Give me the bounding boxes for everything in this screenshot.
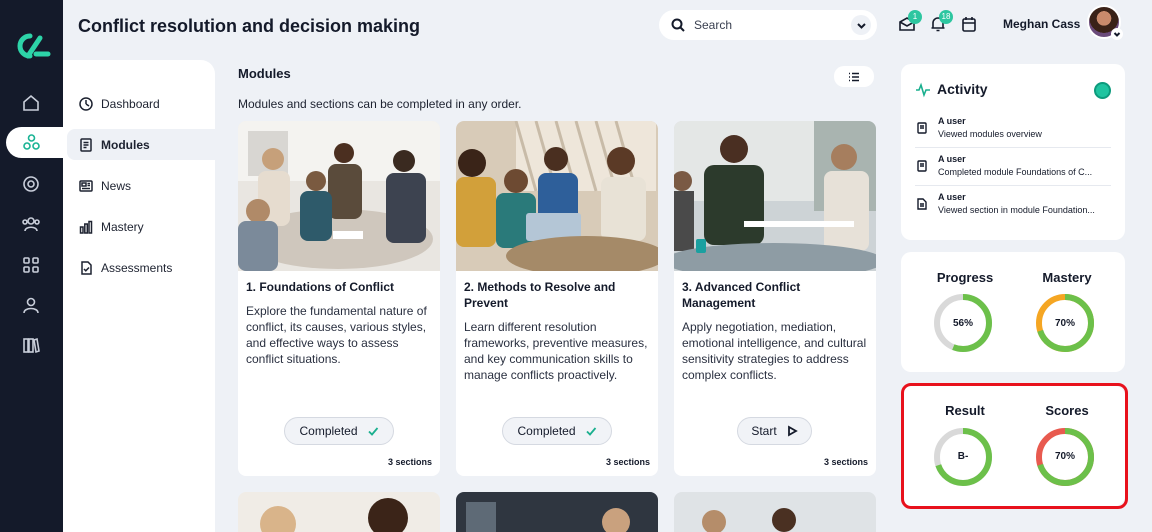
play-icon: [787, 425, 798, 437]
button-label: Completed: [299, 424, 358, 438]
mastery-label: Mastery: [1042, 270, 1092, 285]
list-icon: [849, 72, 859, 81]
document-icon: [917, 122, 927, 134]
home-icon[interactable]: [18, 90, 44, 116]
app-logo-icon[interactable]: [10, 30, 52, 62]
activity-user: A user: [938, 116, 966, 126]
page-title: Conflict resolution and decision making: [78, 16, 421, 36]
search-input[interactable]: [694, 18, 834, 32]
module-card[interactable]: 1. Foundations of Conflict Explore the f…: [238, 121, 440, 476]
module-image: [456, 492, 658, 532]
button-label: Completed: [517, 424, 576, 438]
highlight-box: [901, 383, 1128, 509]
module-description: Learn different resolution frameworks, p…: [464, 320, 648, 382]
search-dropdown-button[interactable]: [851, 15, 871, 35]
app-rail: [0, 0, 68, 532]
module-image: [238, 121, 440, 271]
activity-text: Completed module Foundations of C...: [938, 167, 1093, 177]
nav-item-mastery[interactable]: Mastery: [67, 211, 215, 242]
start-button[interactable]: Start: [737, 417, 812, 445]
list-view-button[interactable]: [834, 66, 874, 87]
module-description: Apply negotiation, mediation, emotional …: [682, 320, 867, 382]
library-icon[interactable]: [18, 332, 44, 358]
progress-value: 56%: [952, 318, 973, 329]
grid-icon[interactable]: [18, 252, 44, 278]
nav-item-label: Modules: [101, 137, 150, 152]
user-name: Meghan Cass: [1003, 17, 1081, 31]
notifications-button[interactable]: 18: [930, 10, 953, 32]
module-description: Explore the fundamental nature of confli…: [246, 304, 427, 366]
messages-badge: 1: [908, 10, 922, 24]
nav-item-assessments[interactable]: Assessments: [67, 252, 215, 283]
activity-text: Viewed modules overview: [938, 129, 1042, 139]
nav-item-label: Dashboard: [101, 96, 160, 111]
mastery-value: 70%: [1054, 318, 1075, 329]
module-card[interactable]: 3. Advanced Conflict Management Apply ne…: [674, 121, 876, 476]
modules-icon: [80, 137, 92, 152]
calendar-icon: [962, 17, 976, 32]
secondary-nav: Dashboard Modules News Mastery Assessmen…: [63, 60, 215, 532]
modules-rail-button[interactable]: [6, 127, 68, 158]
file-icon: [917, 198, 927, 210]
messages-button[interactable]: 1: [899, 10, 922, 32]
activity-entry[interactable]: A user Viewed section in module Foundati…: [915, 190, 1111, 228]
module-title: 2. Methods to Resolve and Prevent: [464, 280, 616, 310]
modules-heading: Modules: [238, 66, 291, 81]
module-image: [238, 492, 440, 532]
modules-icon: [23, 134, 40, 150]
section-count: 3 sections: [387, 457, 432, 467]
button-label: Start: [751, 424, 777, 438]
check-icon: [367, 427, 378, 436]
progress-label: Progress: [936, 270, 994, 285]
calendar-button[interactable]: [961, 16, 977, 32]
nav-item-news[interactable]: News: [67, 170, 215, 201]
document-icon: [917, 160, 927, 172]
divider: [915, 185, 1111, 186]
completed-button[interactable]: Completed: [284, 417, 394, 445]
module-image: [674, 492, 876, 532]
user-icon[interactable]: [18, 292, 44, 318]
nav-item-modules[interactable]: Modules: [67, 129, 215, 160]
activity-panel: Activity A user Viewed modules overview …: [901, 64, 1125, 240]
progress-panel: Progress Mastery 56% 70%: [901, 252, 1125, 372]
module-card-partial[interactable]: [674, 492, 876, 532]
completed-button[interactable]: Completed: [502, 417, 612, 445]
module-card[interactable]: 2. Methods to Resolve and Prevent Learn …: [456, 121, 658, 476]
module-title: 1. Foundations of Conflict: [246, 280, 394, 294]
assessments-icon: [81, 260, 92, 275]
section-count: 3 sections: [605, 457, 650, 467]
mastery-icon: [79, 220, 93, 234]
target-icon[interactable]: [18, 171, 44, 197]
notifications-badge: 18: [939, 10, 953, 24]
search-bar[interactable]: [659, 10, 877, 40]
module-title: 3. Advanced Conflict Management: [682, 280, 801, 310]
users-icon[interactable]: [18, 211, 44, 237]
account-menu-button[interactable]: [1111, 28, 1123, 40]
nav-item-label: Assessments: [101, 260, 173, 275]
nav-item-label: Mastery: [101, 219, 144, 234]
check-icon: [585, 427, 596, 436]
nav-item-dashboard[interactable]: Dashboard: [67, 88, 215, 119]
divider: [915, 147, 1111, 148]
news-icon: [79, 179, 93, 192]
module-card-partial[interactable]: [238, 492, 440, 532]
modules-subtitle: Modules and sections can be completed in…: [238, 97, 522, 111]
activity-title: Activity: [937, 81, 988, 97]
section-count: 3 sections: [823, 457, 868, 467]
dashboard-icon: [79, 96, 93, 111]
activity-user: A user: [938, 192, 966, 202]
module-image: [456, 121, 658, 271]
chevron-down-icon: [1113, 32, 1121, 37]
chevron-down-icon: [856, 22, 866, 29]
activity-text: Viewed section in module Foundation...: [938, 205, 1095, 215]
nav-item-label: News: [101, 178, 132, 193]
pulse-icon: [915, 82, 931, 98]
module-image: [674, 121, 876, 271]
search-icon: [671, 18, 685, 32]
activity-user: A user: [938, 154, 966, 164]
activity-status-indicator[interactable]: [1094, 82, 1111, 99]
module-card-partial[interactable]: [456, 492, 658, 532]
